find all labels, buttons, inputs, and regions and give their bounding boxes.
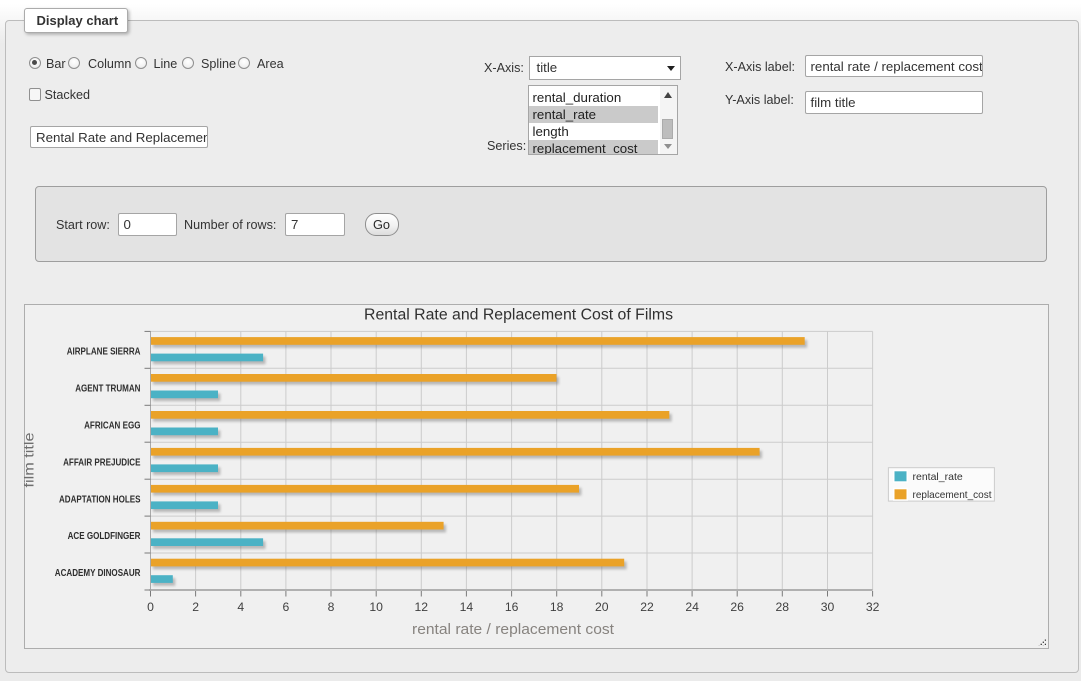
svg-text:Rental Rate and Replacement Co: Rental Rate and Replacement Cost of Film… <box>364 307 673 324</box>
svg-text:12: 12 <box>415 600 429 614</box>
svg-text:ACE GOLDFINGER: ACE GOLDFINGER <box>68 531 142 542</box>
svg-text:rental rate / replacement cost: rental rate / replacement cost <box>412 621 615 638</box>
svg-text:2: 2 <box>192 600 199 614</box>
svg-text:0: 0 <box>147 600 154 614</box>
svg-text:AGENT TRUMAN: AGENT TRUMAN <box>75 383 140 394</box>
svg-text:14: 14 <box>460 600 474 614</box>
svg-text:28: 28 <box>776 600 790 614</box>
svg-text:replacement_cost: replacement_cost <box>913 489 992 501</box>
svg-text:rental_rate: rental_rate <box>913 471 963 483</box>
svg-text:4: 4 <box>237 600 244 614</box>
svg-text:30: 30 <box>821 600 835 614</box>
svg-text:18: 18 <box>550 600 564 614</box>
svg-text:20: 20 <box>595 600 609 614</box>
svg-text:ADAPTATION HOLES: ADAPTATION HOLES <box>59 494 141 505</box>
svg-text:22: 22 <box>640 600 654 614</box>
svg-text:8: 8 <box>328 600 335 614</box>
svg-text:AIRPLANE SIERRA: AIRPLANE SIERRA <box>67 347 141 358</box>
svg-text:26: 26 <box>730 600 744 614</box>
svg-text:6: 6 <box>283 600 290 614</box>
svg-text:AFRICAN EGG: AFRICAN EGG <box>84 420 141 431</box>
svg-text:10: 10 <box>369 600 383 614</box>
svg-text:film title: film title <box>24 432 37 487</box>
svg-text:32: 32 <box>866 600 880 614</box>
svg-text:24: 24 <box>685 600 699 614</box>
svg-text:ACADEMY DINOSAUR: ACADEMY DINOSAUR <box>55 568 141 579</box>
svg-text:AFFAIR PREJUDICE: AFFAIR PREJUDICE <box>63 457 141 468</box>
svg-text:16: 16 <box>505 600 519 614</box>
